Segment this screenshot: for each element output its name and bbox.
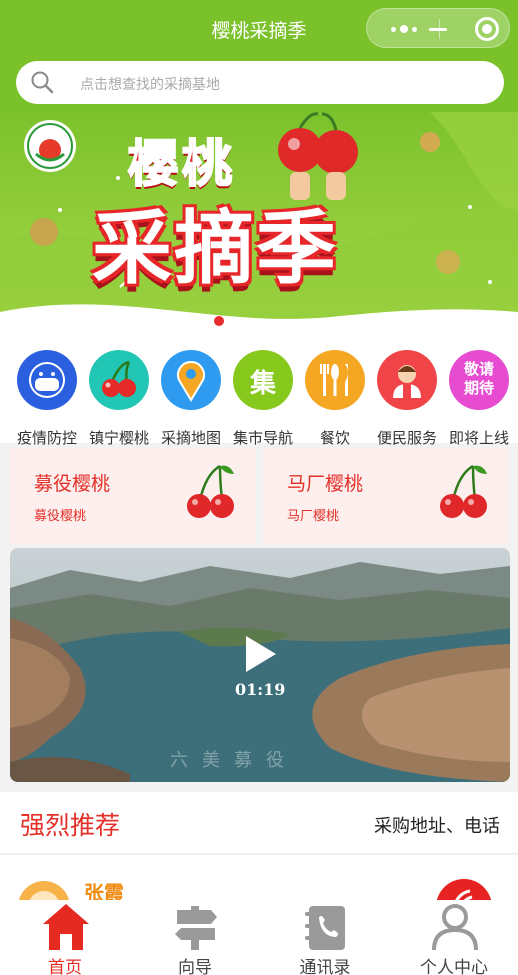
- tab-label: 首页: [48, 958, 82, 975]
- tab-label: 个人中心: [420, 958, 488, 975]
- service-person-icon: [377, 350, 437, 410]
- card-title: 马厂樱桃: [287, 473, 364, 495]
- category-label: 采摘地图: [160, 429, 221, 447]
- search-icon: [31, 71, 54, 94]
- category-label: 集市导航: [232, 429, 293, 447]
- category-item-map[interactable]: 采摘地图: [155, 348, 227, 447]
- category-item-epidemic[interactable]: 疫情防控: [11, 348, 83, 447]
- map-pin-icon: [161, 350, 221, 410]
- category-item-service[interactable]: 便民服务: [371, 348, 443, 447]
- list-item[interactable]: 张霞: [0, 855, 518, 905]
- banner[interactable]: 樱桃 采摘季: [0, 112, 518, 340]
- category-item-coming-soon[interactable]: 敬请期待 即将上线: [443, 348, 515, 447]
- card-subtitle: 马厂樱桃: [287, 509, 340, 524]
- category-item-cherry[interactable]: 镇宁樱桃: [83, 348, 155, 447]
- card-muyi-cherry[interactable]: 募役樱桃 募役樱桃: [10, 448, 256, 544]
- category-grid: 疫情防控 镇宁樱桃 采摘地图 集 集市导航 餐饮 便民服务 敬请期待 即将上线: [0, 340, 518, 447]
- video-player[interactable]: 01:19 六美募役: [10, 548, 510, 782]
- purchase-address-link[interactable]: 采购地址、电话: [374, 812, 500, 838]
- video-watermark: 六美募役: [170, 750, 298, 771]
- user-icon: [432, 904, 478, 951]
- page: 樱桃采摘季 点击想查找的采摘基地 樱桃 采摘季 疫情防控 镇宁樱桃 采摘地图 集…: [0, 0, 518, 975]
- recommend-list: 张霞: [0, 855, 518, 905]
- tab-bar: 首页 向导 通讯录 个人中心: [0, 900, 518, 975]
- cherry-icon: [89, 350, 149, 410]
- tab-home[interactable]: 首页: [15, 900, 115, 975]
- cutlery-icon: [305, 350, 365, 410]
- video-duration: 01:19: [235, 680, 286, 699]
- category-label: 镇宁樱桃: [88, 429, 149, 447]
- coming-soon-icon: 敬请期待: [449, 350, 509, 410]
- header: 樱桃采摘季 点击想查找的采摘基地: [0, 0, 518, 112]
- cherry-icon: [187, 464, 234, 518]
- recommend-title: 强烈推荐: [20, 811, 121, 840]
- banner-indicator-active[interactable]: [214, 316, 224, 326]
- cherry-icon: [440, 464, 487, 518]
- market-glyph: 集: [249, 369, 276, 399]
- signpost-icon: [175, 906, 217, 950]
- tab-label: 通讯录: [299, 958, 351, 975]
- play-icon[interactable]: [246, 636, 276, 672]
- category-item-dining[interactable]: 餐饮: [299, 348, 371, 447]
- tab-profile[interactable]: 个人中心: [404, 900, 504, 975]
- card-machang-cherry[interactable]: 马厂樱桃 马厂樱桃: [263, 448, 509, 544]
- tab-guide[interactable]: 向导: [145, 900, 245, 975]
- category-label: 便民服务: [376, 429, 437, 447]
- mini-program-capsule: [366, 8, 510, 48]
- search-input[interactable]: 点击想查找的采摘基地: [80, 74, 220, 94]
- tab-phonebook[interactable]: 通讯录: [275, 900, 375, 975]
- banner-indicator[interactable]: [197, 318, 205, 326]
- minimize-icon[interactable]: [429, 28, 447, 31]
- card-title: 募役樱桃: [34, 473, 111, 495]
- category-item-market[interactable]: 集 集市导航: [227, 348, 299, 447]
- recommend-header: 强烈推荐 采购地址、电话: [0, 792, 518, 854]
- category-label: 即将上线: [448, 429, 509, 447]
- coming-soon-glyph: 敬请期待: [463, 360, 494, 397]
- category-label: 疫情防控: [16, 429, 77, 447]
- phonebook-icon: [305, 906, 345, 950]
- category-label: 餐饮: [319, 429, 350, 447]
- home-icon: [43, 904, 89, 950]
- card-subtitle: 募役樱桃: [34, 509, 87, 524]
- more-dots-icon[interactable]: [379, 17, 429, 41]
- banner-title-bottom: 采摘季: [92, 202, 338, 295]
- search-bar[interactable]: 点击想查找的采摘基地: [16, 61, 504, 104]
- market-icon: 集: [233, 350, 293, 410]
- close-target-icon[interactable]: [475, 17, 499, 41]
- tab-label: 向导: [178, 958, 212, 975]
- mask-face-icon: [17, 350, 77, 410]
